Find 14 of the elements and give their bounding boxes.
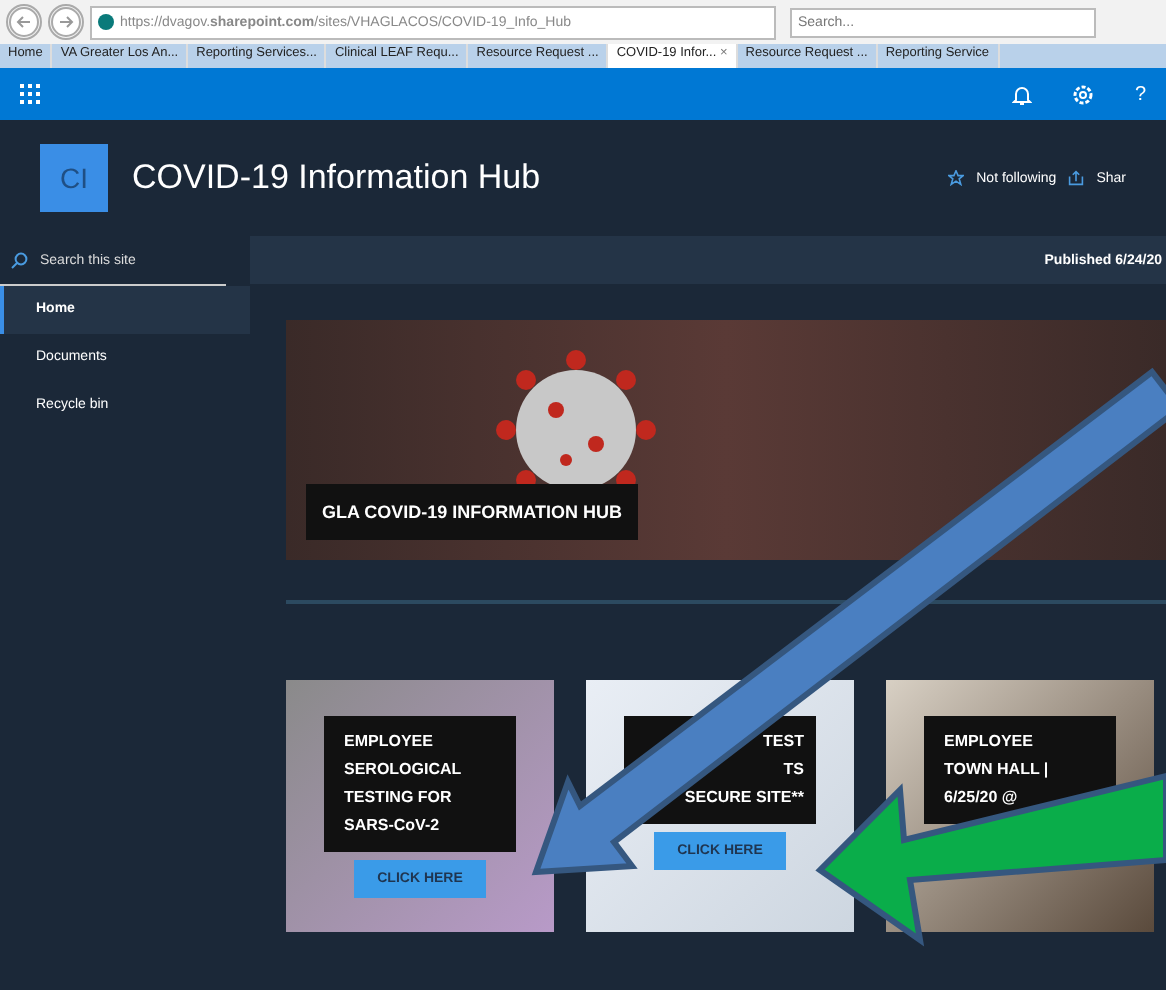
star-icon [948, 170, 965, 186]
app-launcher-icon[interactable] [20, 84, 40, 104]
site-logo: CI [40, 144, 108, 212]
search-icon [10, 251, 28, 269]
share-icon [1068, 170, 1085, 186]
hero-caption: GLA COVID-19 INFORMATION HUB [306, 484, 638, 540]
bell-icon[interactable] [1012, 83, 1033, 105]
card-title: EMPLOYEE SEROLOGICAL TESTING FOR SARS-CoV-2 [324, 716, 516, 852]
site-icon [98, 14, 114, 30]
site-title: COVID-19 Information Hub [132, 158, 541, 198]
forward-icon[interactable] [48, 4, 84, 40]
settings-icon[interactable] [1072, 83, 1095, 105]
help-button[interactable]: ? [1134, 83, 1146, 105]
back-icon[interactable] [6, 4, 42, 40]
